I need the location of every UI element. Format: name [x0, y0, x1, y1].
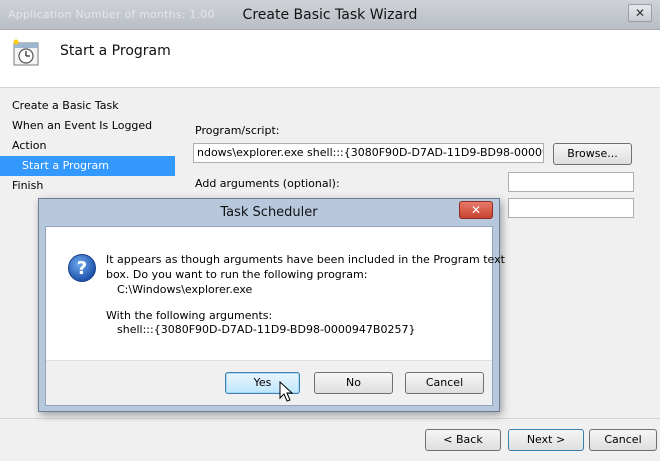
dialog-message-line1: It appears as though arguments have been…	[106, 253, 505, 266]
program-script-input[interactable]: ndows\explorer.exe shell:::{3080F90D-D7A…	[193, 143, 544, 163]
nav-step-create-basic-task[interactable]: Create a Basic Task	[0, 96, 175, 116]
nav-step-start-program[interactable]: Start a Program	[0, 156, 175, 176]
dialog-arguments: shell:::{3080F90D-D7AD-11D9-BD98-0000947…	[117, 323, 416, 336]
dialog-body: ? It appears as though arguments have be…	[45, 226, 505, 406]
dialog-message-area: ? It appears as though arguments have be…	[46, 227, 505, 360]
nav-step-finish[interactable]: Finish	[0, 176, 175, 196]
dialog-close-button[interactable]: ✕	[459, 201, 493, 219]
page-title: Start a Program	[60, 43, 171, 59]
nav-step-trigger[interactable]: When an Event Is Logged	[0, 116, 175, 136]
wizard-title: Create Basic Task Wizard	[242, 7, 418, 23]
question-icon: ?	[68, 254, 96, 282]
add-arguments-label: Add arguments (optional):	[195, 177, 340, 190]
next-button[interactable]: Next >	[508, 429, 584, 451]
no-button[interactable]: No	[314, 372, 393, 394]
program-script-label: Program/script:	[195, 124, 280, 137]
dialog-titlebar: Task Scheduler ✕	[39, 199, 499, 226]
dialog-message-line3: With the following arguments:	[106, 309, 273, 322]
add-arguments-input[interactable]	[508, 172, 634, 192]
footer-divider	[0, 418, 660, 419]
wizard-close-button[interactable]: ✕	[628, 4, 652, 22]
browse-button[interactable]: Browse...	[553, 143, 632, 165]
nav-step-action[interactable]: Action	[0, 136, 175, 156]
task-scheduler-dialog: Task Scheduler ✕ ? It appears as though …	[38, 198, 505, 412]
wizard-steps-nav: Create a Basic Task When an Event Is Log…	[0, 96, 175, 196]
task-clock-icon	[13, 39, 39, 66]
dialog-title: Task Scheduler	[220, 205, 318, 220]
dialog-program-path: C:\Windows\explorer.exe	[117, 283, 253, 296]
start-in-input[interactable]	[508, 198, 634, 218]
cancel-button[interactable]: Cancel	[589, 429, 657, 451]
wizard-titlebar: Application Number of months: 1.00 Creat…	[0, 0, 660, 30]
back-button[interactable]: < Back	[425, 429, 501, 451]
dialog-cancel-button[interactable]: Cancel	[405, 372, 484, 394]
svg-text:?: ?	[77, 258, 87, 279]
wizard-header: Start a Program	[0, 30, 660, 88]
dialog-message-line2: box. Do you want to run the following pr…	[106, 268, 368, 281]
dialog-button-bar: Yes No Cancel	[46, 360, 492, 405]
mouse-pointer-icon	[279, 381, 294, 402]
